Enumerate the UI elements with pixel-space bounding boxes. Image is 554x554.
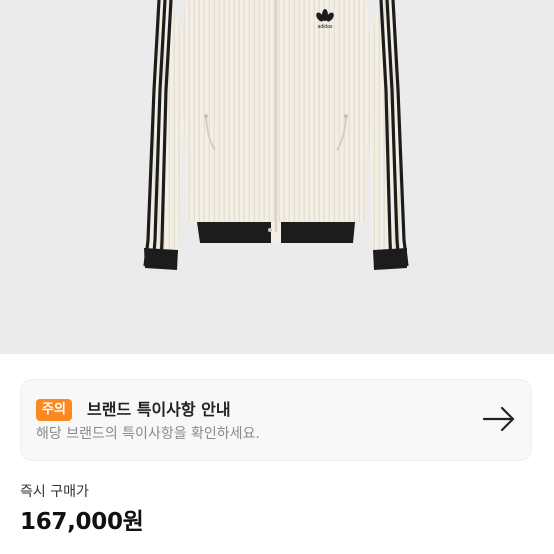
instant-buy-price-label: 즉시 구매가 — [20, 484, 89, 500]
notice-title: 브랜드 특이사항 안내 — [87, 400, 231, 419]
caution-badge: 주의 — [36, 399, 72, 421]
brand-notice-card[interactable]: 주의 브랜드 특이사항 안내 해당 브랜드의 특이사항을 확인하세요. — [20, 379, 532, 461]
svg-text:adidas: adidas — [318, 24, 333, 30]
jacket-illustration: adidas — [143, 0, 409, 270]
product-image[interactable]: adidas — [0, 0, 554, 354]
notice-description: 해당 브랜드의 특이사항을 확인하세요. — [36, 426, 260, 442]
instant-buy-price: 167,000원 — [20, 509, 144, 535]
arrow-right-icon[interactable] — [481, 403, 517, 435]
